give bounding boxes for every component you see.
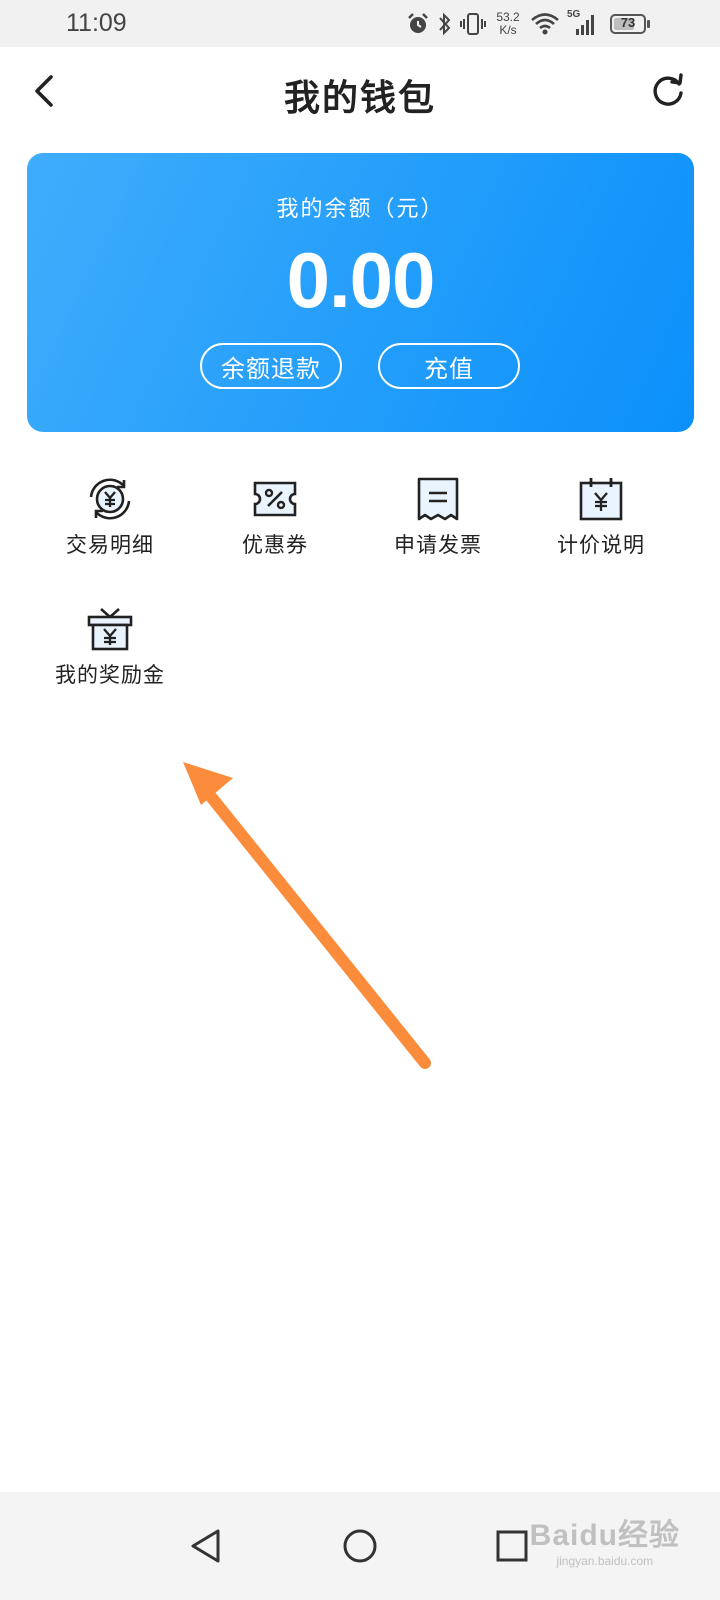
vibrate-icon bbox=[460, 13, 486, 35]
watermark-sub: jingyan.baidu.com bbox=[556, 1554, 654, 1568]
back-triangle-icon bbox=[191, 1529, 220, 1563]
watermark-main: Baidu经验 bbox=[529, 1519, 680, 1552]
status-bar: 11:09 53.2 K/s 5G 73 bbox=[0, 0, 720, 47]
network-speed: 53.2 K/s bbox=[493, 11, 523, 37]
menu-item-coupons[interactable]: 优惠券 bbox=[195, 475, 355, 559]
yen-exchange-icon bbox=[89, 478, 131, 520]
app-header: 我的钱包 bbox=[0, 47, 720, 137]
menu-item-label: 交易明细 bbox=[66, 533, 154, 557]
balance-amount: 0.00 bbox=[286, 236, 436, 324]
wifi-icon bbox=[531, 13, 559, 35]
balance-card: 我的余额（元） 0.00 余额退款 充值 bbox=[27, 153, 694, 432]
recents-square-icon bbox=[496, 1530, 528, 1562]
battery-level: 73 bbox=[620, 15, 636, 30]
balance-label: 我的余额（元） bbox=[276, 197, 445, 222]
invoice-icon bbox=[417, 477, 459, 521]
refresh-icon bbox=[653, 73, 683, 106]
reward-gift-icon bbox=[87, 608, 133, 651]
refresh-button[interactable] bbox=[646, 69, 690, 113]
menu-item-label: 申请发票 bbox=[394, 533, 482, 557]
menu-item-invoice[interactable]: 申请发票 bbox=[358, 475, 518, 559]
menu-item-transactions[interactable]: 交易明细 bbox=[30, 475, 190, 559]
pricing-calendar-icon bbox=[579, 478, 623, 521]
menu-item-label: 我的奖励金 bbox=[55, 663, 165, 687]
menu-item-rewards[interactable]: 我的奖励金 bbox=[30, 605, 190, 689]
coupon-icon bbox=[253, 481, 297, 517]
battery-icon: 73 bbox=[610, 14, 650, 34]
status-time: 11:09 bbox=[66, 9, 127, 37]
nav-home-button[interactable] bbox=[335, 1521, 385, 1571]
balance-refund-button[interactable]: 余额退款 bbox=[200, 343, 342, 389]
nav-back-button[interactable] bbox=[181, 1521, 231, 1571]
menu-item-label: 计价说明 bbox=[557, 533, 645, 557]
bluetooth-icon bbox=[439, 12, 451, 36]
status-icons: 53.2 K/s 5G 73 bbox=[406, 9, 650, 38]
network-speed-unit: K/s bbox=[499, 23, 517, 37]
home-circle-icon bbox=[343, 1529, 377, 1563]
cellular-signal-icon: 5G bbox=[567, 9, 599, 37]
system-nav-bar: Baidu经验 jingyan.baidu.com bbox=[0, 1492, 720, 1600]
alarm-icon bbox=[408, 13, 428, 33]
page-title: 我的钱包 bbox=[283, 78, 436, 119]
menu-item-label: 优惠券 bbox=[242, 533, 308, 557]
recharge-button[interactable]: 充值 bbox=[378, 343, 520, 389]
watermark: Baidu经验 jingyan.baidu.com bbox=[530, 1510, 680, 1568]
menu-item-pricing[interactable]: 计价说明 bbox=[521, 475, 681, 559]
